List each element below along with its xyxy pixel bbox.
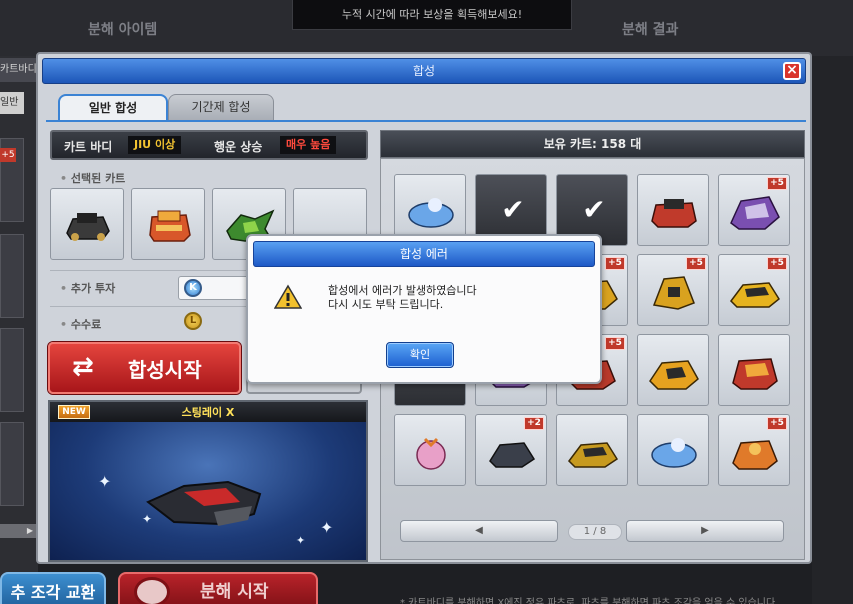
kart-cell[interactable]: +5 <box>637 254 709 326</box>
owned-karts-header: 보유 카트: 158 대 <box>380 130 805 158</box>
synthesis-start-button[interactable]: ⇄ 합성시작 <box>48 342 241 394</box>
selected-slot-1[interactable] <box>50 188 124 260</box>
kart-thumb-icon <box>649 360 699 390</box>
upgrade-badge: +5 <box>605 257 625 270</box>
background-slot[interactable] <box>0 422 24 506</box>
background-right-panel <box>812 56 853 604</box>
decompose-result-title: 분해 결과 <box>622 22 679 38</box>
kart-thumb-icon <box>732 358 778 390</box>
background-plus-badge: +5 <box>0 148 16 162</box>
preview-kart-name: 스팅레이 X <box>181 406 235 419</box>
upgrade-badge: +5 <box>686 257 706 270</box>
decompose-item-title: 분해 아이템 <box>88 22 158 38</box>
piece-exchange-button[interactable]: 추 조각 교환 <box>0 572 106 604</box>
kart-cell[interactable]: +5 <box>718 254 790 326</box>
upgrade-badge: +5 <box>767 417 787 430</box>
dialog-message: 합성에서 에러가 발생하였습니다 다시 시도 부탁 드립니다. <box>328 284 477 312</box>
dialog-title: 합성 에러 <box>253 241 595 267</box>
upgrade-badge: +5 <box>767 257 787 270</box>
prev-page-button[interactable]: ◀ <box>400 520 558 542</box>
kart-thumb-icon <box>489 442 536 468</box>
fee-label: • 수수료 <box>60 318 102 331</box>
kart-cell[interactable]: +5 <box>718 414 790 486</box>
kart-cell[interactable]: +5 <box>718 174 790 246</box>
kart-cell[interactable] <box>556 414 628 486</box>
luck-label: 행운 상승 <box>214 140 263 154</box>
background-slot[interactable] <box>0 234 24 318</box>
background-filter-button[interactable]: 일반 <box>0 92 24 114</box>
kart-cell[interactable]: +2 <box>475 414 547 486</box>
sparkle-icon: ✦ <box>320 518 334 537</box>
condition-bar: 카트 바디 JIU 이상 행운 상승 매우 높음 <box>50 130 368 160</box>
error-dialog: 합성 에러 합성에서 에러가 발생하였습니다 다시 시도 부탁 드립니다. 확인 <box>246 234 602 384</box>
kart-thumb-icon <box>416 437 446 470</box>
background-scrollbar[interactable]: ▶ <box>0 524 36 538</box>
new-badge: NEW <box>58 405 90 419</box>
kart-orange-image <box>149 210 191 242</box>
kart-thumb-icon <box>652 276 695 310</box>
selected-karts-label: • 선택된 카트 <box>60 172 126 185</box>
kart-dark-image <box>66 213 110 241</box>
sparkle-icon: ✦ <box>296 534 306 547</box>
tab-limited-synthesis[interactable]: 기간제 합성 <box>168 94 274 120</box>
kart-cell[interactable] <box>718 334 790 406</box>
preview-header: 스팅레이 X NEW <box>50 402 366 422</box>
gear-icon <box>134 577 170 604</box>
synthesis-start-label: 합성시작 <box>128 358 202 382</box>
close-icon[interactable]: × <box>783 62 801 80</box>
upgrade-badge: +5 <box>767 177 787 190</box>
page-indicator: 1 / 8 <box>568 524 622 540</box>
kart-thumb-icon <box>651 438 697 468</box>
notice-banner: 누적 시간에 따라 보상을 획득해보세요! <box>292 0 572 30</box>
stingray-kart-image <box>146 480 262 526</box>
kart-cell[interactable] <box>637 174 709 246</box>
synthesis-arrows-icon: ⇄ <box>72 352 94 382</box>
kart-cell[interactable] <box>637 414 709 486</box>
warning-icon <box>274 284 302 309</box>
tab-divider <box>46 120 806 122</box>
kart-thumb-icon <box>732 440 778 470</box>
upgrade-badge: +5 <box>605 337 625 350</box>
dialog-message-line2: 다시 시도 부탁 드립니다. <box>328 298 444 311</box>
kart-cell[interactable] <box>637 334 709 406</box>
check-icon: ✔ <box>501 193 525 226</box>
dialog-message-line1: 합성에서 에러가 발생하였습니다 <box>328 284 477 297</box>
lucci-coin-icon: L <box>184 312 202 330</box>
kart-thumb-icon <box>408 198 454 228</box>
next-page-button[interactable]: ▶ <box>626 520 784 542</box>
window-titlebar: 합성 × <box>42 58 806 84</box>
extra-invest-label: • 추가 투자 <box>60 282 116 295</box>
kart-thumb-icon <box>568 442 619 468</box>
kart-thumb-icon <box>730 196 780 230</box>
selected-slot-2[interactable] <box>131 188 205 260</box>
kart-thumb-icon <box>651 199 697 228</box>
tab-normal-synthesis[interactable]: 일반 합성 <box>58 94 168 120</box>
kart-body-label: 카트 바디 <box>64 140 113 154</box>
background-tab-kartbody[interactable]: 카트바디 <box>0 58 36 82</box>
kart-grade-badge: JIU 이상 <box>128 136 182 154</box>
sparkle-icon: ✦ <box>98 472 112 491</box>
kart-thumb-icon <box>730 282 780 308</box>
kart-cell[interactable] <box>394 414 466 486</box>
window-title: 합성 <box>412 64 436 78</box>
upgrade-badge: +2 <box>524 417 544 430</box>
ok-button[interactable]: 확인 <box>386 342 454 368</box>
kart-preview: 스팅레이 X NEW ✦ ✦ ✦ ✦ <box>48 400 368 562</box>
background-slot[interactable] <box>0 328 24 412</box>
luck-value-badge: 매우 높음 <box>280 136 337 154</box>
decompose-note: * 카트바디를 분해하면 X에진 정유 파츠로, 파츠를 분해하면 파츠 조각을… <box>400 598 776 604</box>
check-icon: ✔ <box>582 193 606 226</box>
k-coin-icon: K <box>184 279 202 297</box>
